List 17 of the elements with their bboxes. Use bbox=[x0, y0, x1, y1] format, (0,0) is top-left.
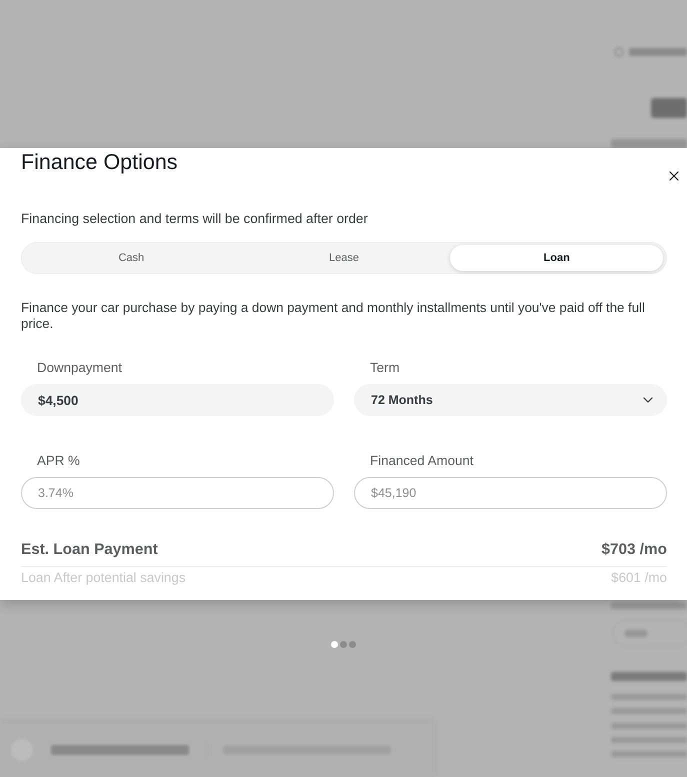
field-label: Financed Amount bbox=[369, 453, 474, 469]
field-label: APR % bbox=[36, 453, 81, 469]
tab[interactable]: Cash bbox=[25, 245, 238, 271]
summary-label: Est. Loan Payment bbox=[21, 540, 158, 560]
select-field[interactable]: 72 Months bbox=[354, 384, 667, 416]
summary-value: $703 /mo bbox=[602, 540, 667, 560]
input-field[interactable]: $4,500 bbox=[21, 384, 334, 416]
dialog-title: Finance Options bbox=[21, 149, 178, 176]
tab[interactable]: Loan bbox=[450, 245, 664, 271]
notice-text: Financing selection and terms will be confirmed after order bbox=[21, 211, 369, 227]
tab[interactable]: Lease bbox=[238, 245, 450, 271]
pagination-dot-icon[interactable] bbox=[349, 640, 356, 648]
description-text: Finance your car purchase by paying a down payment and monthly installments until you've paid off the full price. bbox=[21, 300, 646, 332]
pagination-dot-icon[interactable] bbox=[331, 640, 338, 648]
field-label: Downpayment bbox=[36, 360, 123, 376]
pagination-dot-icon[interactable] bbox=[340, 640, 347, 648]
field-label: Term bbox=[369, 360, 401, 376]
